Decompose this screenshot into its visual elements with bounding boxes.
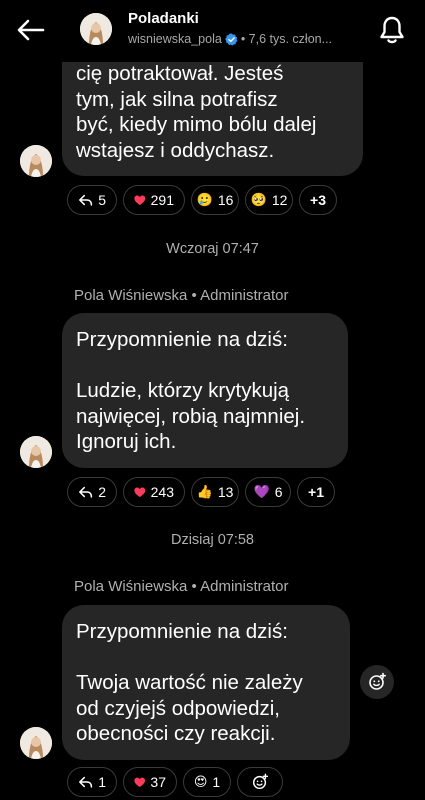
reaction-count: 291 [150,192,174,208]
add-reaction-pill[interactable] [237,767,283,797]
avatar-photo-icon [20,727,52,759]
message-bubble[interactable]: Przypomnienie na dziś: Ludzie, którzy kr… [62,313,348,468]
avatar-photo-icon [80,13,112,45]
add-reaction-button[interactable] [360,665,394,699]
bell-icon [380,16,404,44]
avatar-photo-icon [20,145,52,177]
chat-header: Poladanki wisniewska_pola • 7,6 tys. czł… [0,0,425,62]
reaction-heart[interactable]: 291 [123,185,185,215]
heart-icon [134,777,146,787]
more-reactions-button[interactable]: +1 [297,477,335,507]
reaction-emoji[interactable]: 👍 13 [191,477,239,507]
reaction-bar: 1 37 😍 1 [67,767,283,797]
add-emoji-icon [369,672,386,690]
reaction-count: 13 [217,484,234,500]
reaction-count: 16 [217,192,234,208]
back-arrow-icon [17,19,45,41]
emoji-icon: 💜 [253,484,270,500]
more-reactions-button[interactable]: +3 [299,185,337,215]
sender-avatar[interactable] [20,436,52,468]
reply-count: 1 [98,774,106,790]
reaction-bar: 5 291 🥲 16 🥺 12 +3 [67,185,337,215]
reaction-emoji[interactable]: 🥺 12 [245,185,293,215]
heart-icon [134,195,146,205]
date-separator: Dzisiaj 07:58 [170,532,254,548]
emoji-icon: 😍 [193,774,208,790]
reply-arrow-icon [79,194,93,206]
member-count: • 7,6 tys. człon... [240,32,333,46]
reaction-emoji[interactable]: 🥲 16 [191,185,239,215]
reaction-bar: 2 243 👍 13 💜 6 +1 [67,477,335,507]
reply-count-button[interactable]: 1 [67,767,117,797]
reaction-count: 37 [150,774,166,790]
avatar-photo-icon [20,436,52,468]
reply-arrow-icon [79,776,93,788]
reaction-emoji[interactable]: 💜 6 [245,477,291,507]
channel-subtitle[interactable]: wisniewska_pola • 7,6 tys. człon... [128,32,332,46]
reaction-count: 1 [212,774,221,790]
channel-avatar[interactable] [80,13,112,45]
reply-arrow-icon [79,486,93,498]
more-reactions-count: +1 [308,484,324,500]
reaction-emoji[interactable]: 😍 1 [183,767,231,797]
reaction-count: 12 [271,192,288,208]
sender-name: Pola Wiśniewska • Administrator [74,287,289,304]
reaction-count: 243 [150,484,174,500]
emoji-icon: 🥲 [196,192,213,208]
message-bubble[interactable]: cię potraktował. Jesteś tym, jak silna p… [62,42,363,176]
reaction-heart[interactable]: 243 [123,477,185,507]
emoji-icon: 🥺 [250,192,267,208]
sender-avatar[interactable] [20,145,52,177]
reaction-heart[interactable]: 37 [123,767,177,797]
reaction-count: 6 [274,484,283,500]
channel-username: wisniewska_pola [128,32,222,46]
add-emoji-icon [252,773,269,790]
reply-count: 5 [98,192,106,208]
reply-count: 2 [98,484,106,500]
date-separator: Wczoraj 07:47 [166,241,259,257]
heart-icon [134,487,146,497]
reply-count-button[interactable]: 2 [67,477,117,507]
more-reactions-count: +3 [310,192,326,208]
notifications-button[interactable] [378,15,406,45]
back-button[interactable] [14,14,48,46]
reply-count-button[interactable]: 5 [67,185,117,215]
sender-name: Pola Wiśniewska • Administrator [74,578,289,595]
emoji-icon: 👍 [196,484,213,500]
message-bubble[interactable]: Przypomnienie na dziś: Twoja wartość nie… [62,605,350,760]
channel-title[interactable]: Poladanki [128,10,199,27]
sender-avatar[interactable] [20,727,52,759]
verified-badge-icon [224,32,238,46]
